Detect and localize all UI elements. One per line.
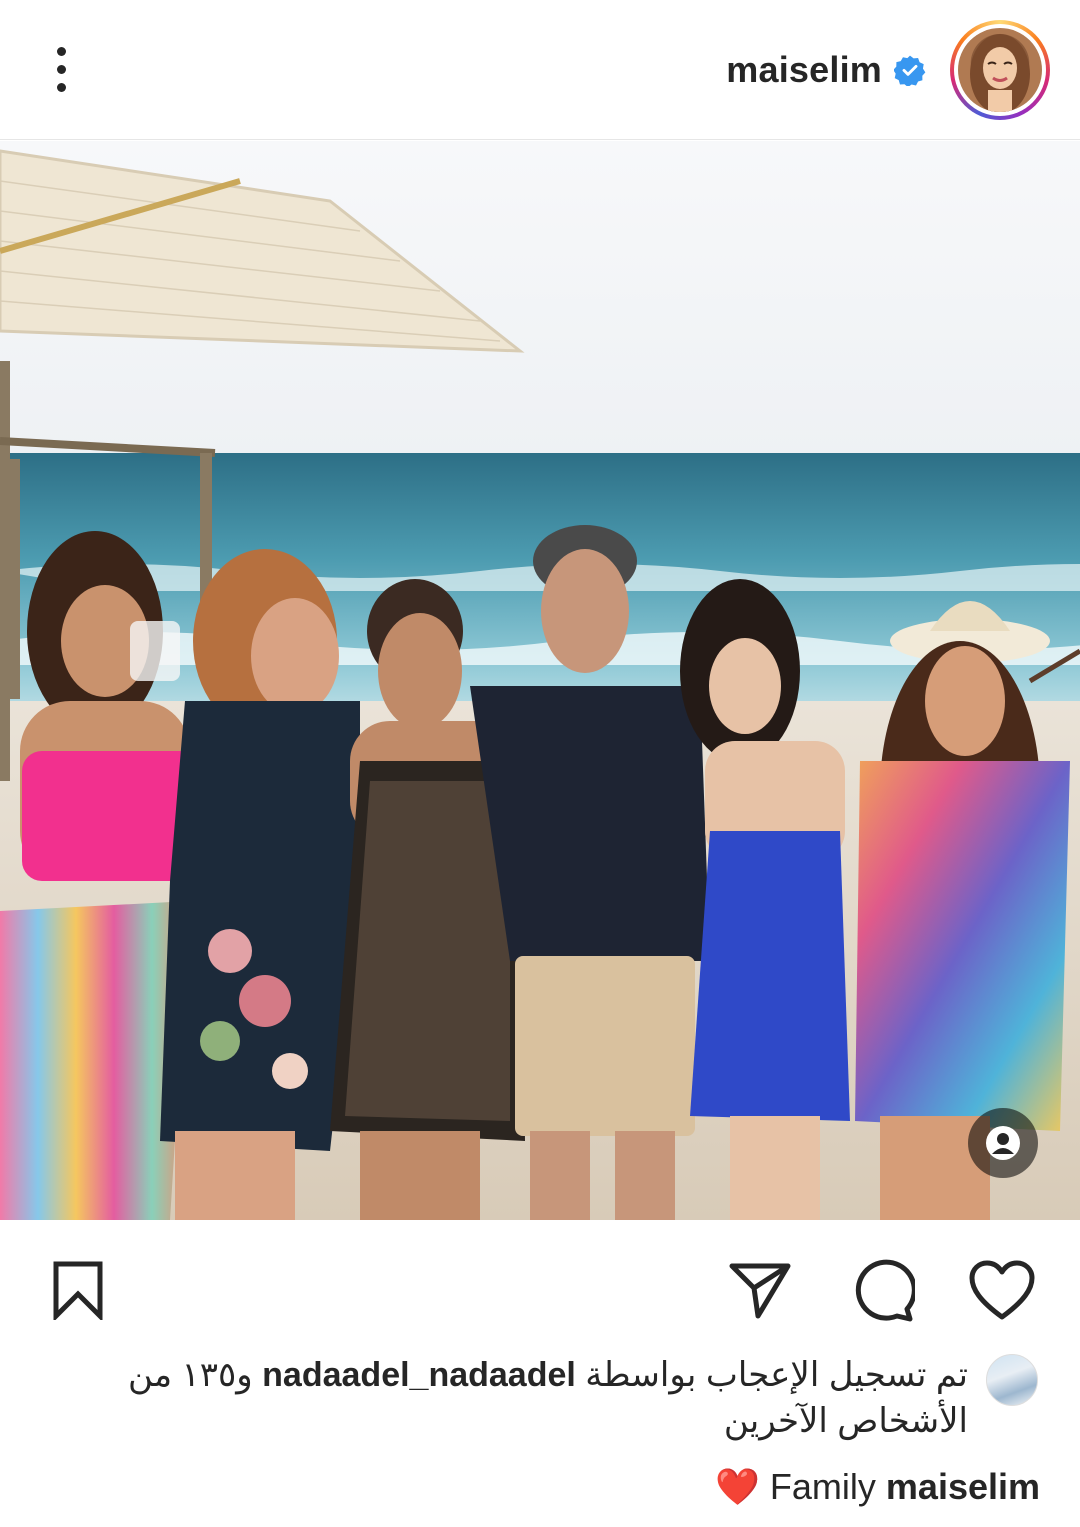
author-avatar[interactable] bbox=[950, 20, 1050, 120]
beach-group-photo bbox=[0, 141, 1080, 1220]
send-icon[interactable] bbox=[720, 1250, 800, 1330]
author-username[interactable]: maiselim bbox=[726, 49, 882, 91]
liker-avatar[interactable] bbox=[986, 1354, 1038, 1406]
post-author[interactable]: maiselim bbox=[726, 18, 1050, 122]
heart-emoji: ❤️ bbox=[715, 1466, 760, 1507]
likes-text: تم تسجيل الإعجاب بواسطة nadaadel_nadaade… bbox=[78, 1352, 968, 1444]
heart-icon[interactable] bbox=[962, 1250, 1042, 1330]
likes-prefix: تم تسجيل الإعجاب بواسطة bbox=[585, 1356, 968, 1394]
likes-summary[interactable]: تم تسجيل الإعجاب بواسطة nadaadel_nadaade… bbox=[78, 1352, 1038, 1444]
more-options-icon[interactable] bbox=[36, 40, 86, 98]
user-tag-icon[interactable] bbox=[968, 1108, 1038, 1178]
post-photo[interactable] bbox=[0, 141, 1080, 1220]
post-header: maiselim bbox=[0, 0, 1080, 140]
comment-icon[interactable] bbox=[842, 1250, 922, 1330]
caption-username[interactable]: maiselim bbox=[886, 1462, 1040, 1512]
liker-username[interactable]: nadaadel_nadaadel bbox=[262, 1356, 576, 1394]
verified-badge-icon bbox=[894, 55, 926, 86]
caption-text: Family bbox=[769, 1466, 876, 1507]
post-caption: ❤️ Family maiselim bbox=[715, 1462, 1040, 1512]
post-actions bbox=[0, 1240, 1080, 1330]
bookmark-icon[interactable] bbox=[38, 1250, 118, 1330]
